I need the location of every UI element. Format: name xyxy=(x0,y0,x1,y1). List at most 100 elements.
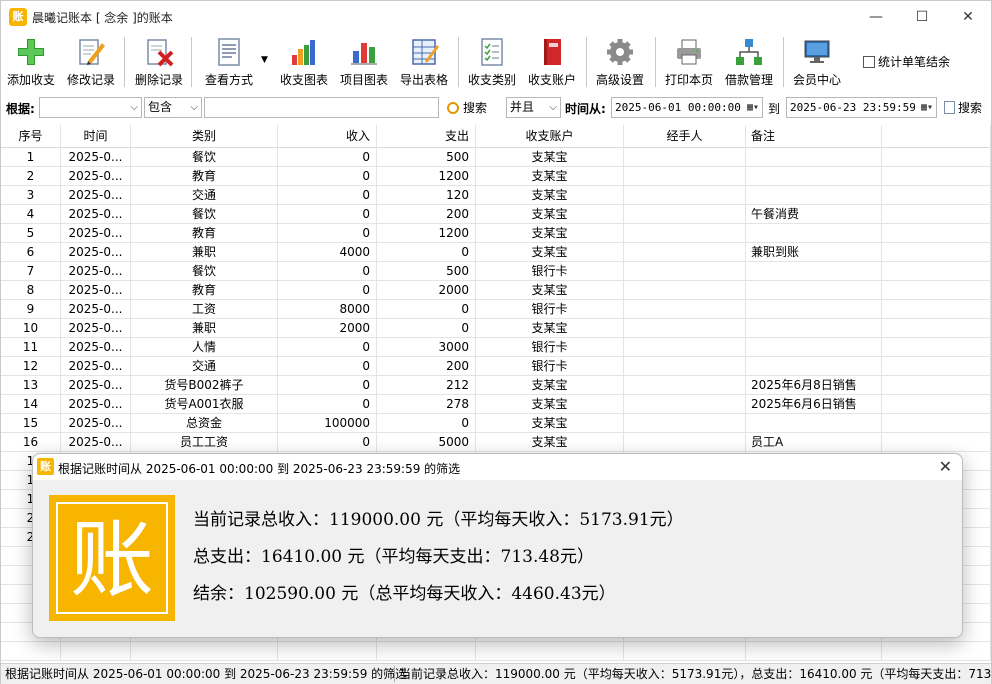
table-row[interactable]: 5 2025-0... 教育 0 1200 支某宝 xyxy=(1,224,991,243)
cell-filler xyxy=(882,433,991,452)
cell-time: 2025-0... xyxy=(61,338,131,357)
minimize-button[interactable]: — xyxy=(853,1,899,33)
table-row[interactable]: 16 2025-0... 员工工资 0 5000 支某宝 员工A xyxy=(1,433,991,452)
cell-account: 银行卡 xyxy=(476,338,624,357)
header-time[interactable]: 时间 xyxy=(61,125,131,148)
header-income[interactable]: 收入 xyxy=(278,125,377,148)
checkbox-box[interactable] xyxy=(863,56,875,68)
view-dropdown-arrow-icon[interactable]: ▼ xyxy=(261,55,268,65)
stat-single-balance-checkbox[interactable]: 统计单笔结余 xyxy=(863,53,950,70)
delete-record-button[interactable]: 删除记录 xyxy=(132,37,186,91)
time-from-picker[interactable]: 2025-06-01 00:00:00 ▦▾ xyxy=(611,97,763,118)
total-expense-text: 总支出：16410.00 元（平均每天支出：713.48元） xyxy=(193,547,595,567)
cell-time: 2025-0... xyxy=(61,148,131,167)
toolbar-divider xyxy=(655,37,656,87)
print-button[interactable]: 打印本页 xyxy=(662,37,716,91)
time-search-button[interactable]: 搜索 xyxy=(944,99,982,116)
basis-select[interactable]: ⌵ xyxy=(39,97,142,118)
toolbar: 添加收支 修改记录 删除记录 查看方式 ▼ 收支图表 项目图表 导出表格 收支类… xyxy=(1,33,991,93)
table-row[interactable]: 7 2025-0... 餐饮 0 500 银行卡 xyxy=(1,262,991,281)
table-row[interactable]: 8 2025-0... 教育 0 2000 支某宝 xyxy=(1,281,991,300)
table-row[interactable]: 10 2025-0... 兼职 2000 0 支某宝 xyxy=(1,319,991,338)
table-row[interactable]: 9 2025-0... 工资 8000 0 银行卡 xyxy=(1,300,991,319)
cell-note xyxy=(746,357,882,376)
toolbar-divider xyxy=(458,37,459,87)
cell-filler xyxy=(882,414,991,433)
cell-time: 2025-0... xyxy=(61,281,131,300)
header-expense[interactable]: 支出 xyxy=(377,125,476,148)
table-row[interactable]: 13 2025-0... 货号B002裤子 0 212 支某宝 2025年6月8日销售 xyxy=(1,376,991,395)
edit-record-button[interactable]: 修改记录 xyxy=(64,37,118,91)
header-seq[interactable]: 序号 xyxy=(1,125,61,148)
income-chart-button[interactable]: 收支图表 xyxy=(277,37,331,91)
table-row[interactable]: 2 2025-0... 教育 0 1200 支某宝 xyxy=(1,167,991,186)
table-row[interactable]: 11 2025-0... 人情 0 3000 银行卡 xyxy=(1,338,991,357)
cell-account: 支某宝 xyxy=(476,395,624,414)
time-to-picker[interactable]: 2025-06-23 23:59:59 ▦▾ xyxy=(786,97,937,118)
to-label: 到 xyxy=(768,102,781,116)
cell-income: 0 xyxy=(278,281,377,300)
delete-document-icon xyxy=(147,39,174,67)
cell-income: 0 xyxy=(278,357,377,376)
member-center-button[interactable]: 会员中心 xyxy=(790,37,844,91)
add-record-button[interactable]: 添加收支 xyxy=(5,37,57,91)
close-button[interactable]: ✕ xyxy=(945,1,991,33)
cell-filler xyxy=(882,357,991,376)
header-handler[interactable]: 经手人 xyxy=(624,125,746,148)
export-table-label: 导出表格 xyxy=(399,73,448,87)
cell-category: 餐饮 xyxy=(131,205,278,224)
table-row[interactable]: 14 2025-0... 货号A001衣服 0 278 支某宝 2025年6月6日销售 xyxy=(1,395,991,414)
calendar-dropdown-icon: ▦▾ xyxy=(920,102,933,113)
dialog-title: 根据记账时间从 2025-06-01 00:00:00 到 2025-06-23… xyxy=(58,462,461,476)
cell-income: 0 xyxy=(278,433,377,452)
table-row[interactable] xyxy=(1,642,991,661)
table-row[interactable]: 4 2025-0... 餐饮 0 200 支某宝 午餐消费 xyxy=(1,205,991,224)
advanced-settings-button[interactable]: 高级设置 xyxy=(593,37,647,91)
cell-expense: 5000 xyxy=(377,433,476,452)
table-row[interactable]: 6 2025-0... 兼职 4000 0 支某宝 兼职到账 xyxy=(1,243,991,262)
dialog-app-icon: 账 xyxy=(37,458,54,475)
search-button[interactable]: 搜索 xyxy=(447,99,487,116)
monitor-icon xyxy=(804,40,830,63)
cell-category: 餐饮 xyxy=(131,262,278,281)
chevron-down-icon: ⌵ xyxy=(130,102,138,113)
account-book-icon xyxy=(544,39,561,65)
cell-handler xyxy=(624,642,746,661)
maximize-button[interactable]: ☐ xyxy=(899,1,945,33)
header-account[interactable]: 收支账户 xyxy=(476,125,624,148)
table-row[interactable]: 3 2025-0... 交通 0 120 支某宝 xyxy=(1,186,991,205)
search-input[interactable] xyxy=(204,97,439,118)
dialog-close-button[interactable]: ✕ xyxy=(939,457,952,476)
cell-seq: 8 xyxy=(1,281,61,300)
and-select[interactable]: 并且 ⌵ xyxy=(506,97,561,118)
contain-select[interactable]: 包含 ⌵ xyxy=(144,97,202,118)
ledger-logo-char: 账 xyxy=(56,502,168,614)
header-note[interactable]: 备注 xyxy=(746,125,882,148)
category-button[interactable]: 收支类别 xyxy=(465,37,519,91)
table-row[interactable]: 1 2025-0... 餐饮 0 500 支某宝 xyxy=(1,148,991,167)
table-row[interactable]: 15 2025-0... 总资金 100000 0 支某宝 xyxy=(1,414,991,433)
cell-note xyxy=(746,186,882,205)
cell-filler xyxy=(882,319,991,338)
cell-handler xyxy=(624,338,746,357)
cell-handler xyxy=(624,243,746,262)
cell-account: 支某宝 xyxy=(476,376,624,395)
cell-seq: 1 xyxy=(1,148,61,167)
view-mode-button[interactable]: 查看方式 xyxy=(199,37,259,91)
account-button[interactable]: 收支账户 xyxy=(525,37,579,91)
table-row[interactable]: 12 2025-0... 交通 0 200 银行卡 xyxy=(1,357,991,376)
plus-icon xyxy=(18,39,44,65)
cell-handler xyxy=(624,281,746,300)
cell-handler xyxy=(624,433,746,452)
loan-management-button[interactable]: 借款管理 xyxy=(722,37,776,91)
window-title: 晨曦记账本 [ 念余 ]的账本 xyxy=(32,11,173,25)
cell-seq: 12 xyxy=(1,357,61,376)
cell-filler xyxy=(882,243,991,262)
cell-seq: 9 xyxy=(1,300,61,319)
cell-seq: 2 xyxy=(1,167,61,186)
header-category[interactable]: 类别 xyxy=(131,125,278,148)
project-chart-button[interactable]: 项目图表 xyxy=(337,37,391,91)
account-label: 收支账户 xyxy=(527,73,576,87)
cell-note: 兼职到账 xyxy=(746,243,882,262)
export-table-button[interactable]: 导出表格 xyxy=(397,37,451,91)
